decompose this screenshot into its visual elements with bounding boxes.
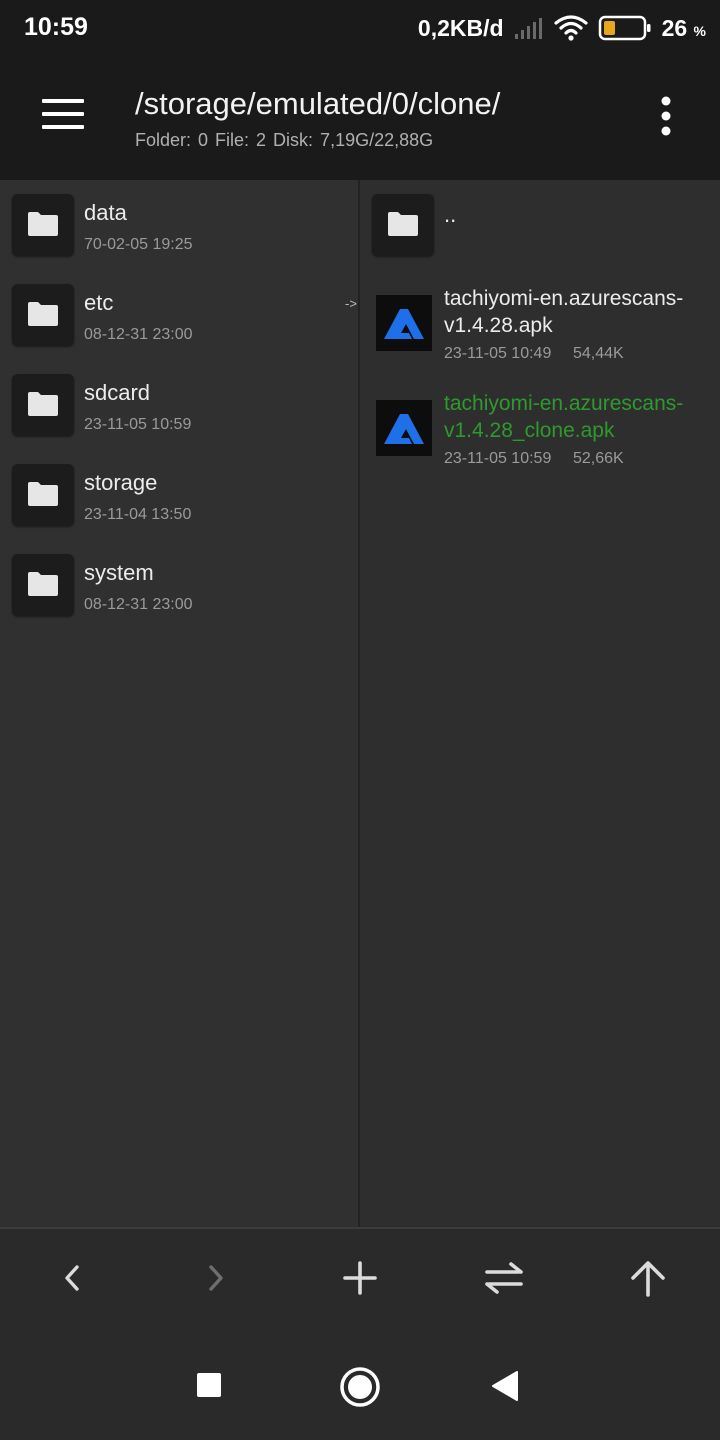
item-name: system: [84, 560, 154, 585]
file-item-apk[interactable]: tachiyomi-en.azurescans- v1.4.28.apk 23-…: [360, 275, 720, 375]
list-item-sdcard[interactable]: sdcard 23-11-05 10:59: [0, 360, 358, 450]
status-right-group: 0,2KB/d 26 %: [418, 12, 706, 44]
bottom-toolbar: [0, 1229, 720, 1330]
wifi-icon: [553, 15, 588, 41]
recents-button[interactable]: [186, 1362, 232, 1408]
more-vert-icon[interactable]: [652, 94, 680, 138]
status-bar: 10:59 0,2KB/d 26 %: [0, 0, 720, 56]
swap-icon: [485, 1262, 523, 1294]
home-button[interactable]: [337, 1364, 383, 1410]
item-name: data: [84, 200, 127, 225]
azurescans-app-icon: [376, 400, 432, 456]
list-item-parent[interactable]: ..: [360, 180, 720, 270]
status-time: 10:59: [24, 13, 88, 41]
item-name: storage: [84, 470, 158, 495]
battery-icon: [598, 15, 651, 41]
file-date: 23-11-05 10:49: [444, 345, 552, 362]
add-icon: [343, 1261, 377, 1295]
up-icon: [631, 1261, 665, 1297]
left-pane[interactable]: data 70-02-05 19:25 etc 08-12-31 23:00 s…: [0, 180, 358, 1228]
hamburger-menu-icon[interactable]: [40, 96, 86, 132]
item-name: sdcard: [84, 380, 151, 405]
nav-back-button[interactable]: [484, 1363, 530, 1409]
recents-icon: [197, 1373, 221, 1397]
item-date: 23-11-04 13:50: [84, 506, 192, 523]
azurescans-app-icon: [376, 295, 432, 351]
symlink-indicator: ->: [345, 296, 357, 311]
item-date: 08-12-31 23:00: [84, 596, 193, 613]
back-icon: [65, 1265, 79, 1291]
folder-icon: [372, 194, 434, 256]
current-path: /storage/emulated/0/clone/: [135, 86, 501, 121]
nav-back-icon: [492, 1371, 518, 1401]
file-name-line2: v1.4.28.apk: [444, 314, 553, 337]
file-date: 23-11-05 10:59: [444, 450, 552, 467]
up-directory-button[interactable]: [623, 1253, 673, 1303]
folder-icon: [12, 464, 74, 526]
list-item-data[interactable]: data 70-02-05 19:25: [0, 180, 358, 270]
item-date: 23-11-05 10:59: [84, 416, 192, 433]
network-speed: 0,2KB/d: [417, 14, 504, 41]
folder-icon: [12, 284, 74, 346]
list-item-system[interactable]: system 08-12-31 23:00: [0, 540, 358, 630]
file-size: 54,44K: [573, 345, 624, 362]
path-info: Folder: 0 File: 2 Disk: 7,19G/22,88G: [135, 130, 434, 150]
signal-icon: [514, 18, 542, 39]
file-item-apk-clone[interactable]: tachiyomi-en.azurescans- v1.4.28_clone.a…: [360, 380, 720, 480]
battery-unit: %: [693, 22, 706, 39]
system-nav-bar: [0, 1330, 720, 1440]
right-pane[interactable]: .. tachiyomi-en.azurescans- v1.4.28.apk …: [360, 180, 720, 1228]
file-name-line1: tachiyomi-en.azurescans-: [444, 392, 684, 415]
app-header: /storage/emulated/0/clone/ Folder: 0 Fil…: [0, 56, 720, 180]
back-button[interactable]: [47, 1253, 97, 1303]
file-size: 52,66K: [573, 450, 624, 467]
home-icon: [340, 1367, 380, 1407]
add-button[interactable]: [335, 1253, 385, 1303]
battery-percent: 26: [661, 14, 688, 41]
battery-level: 26 %: [662, 15, 706, 42]
file-name: tachiyomi-en.azurescans- v1.4.28_clone.a…: [444, 390, 683, 444]
forward-button[interactable]: [191, 1253, 241, 1303]
file-name: tachiyomi-en.azurescans- v1.4.28.apk: [444, 285, 683, 339]
file-name-line2: v1.4.28_clone.apk: [444, 419, 615, 442]
item-name: etc: [84, 290, 114, 315]
folder-icon: [12, 554, 74, 616]
item-date: 70-02-05 19:25: [84, 236, 193, 253]
folder-icon: [12, 374, 74, 436]
parent-dir-label: ..: [444, 202, 457, 227]
list-item-storage[interactable]: storage 23-11-04 13:50: [0, 450, 358, 540]
forward-icon: [209, 1265, 223, 1291]
folder-icon: [12, 194, 74, 256]
item-date: 08-12-31 23:00: [84, 326, 193, 343]
swap-panes-button[interactable]: [479, 1253, 529, 1303]
file-name-line1: tachiyomi-en.azurescans-: [444, 287, 684, 310]
list-item-etc[interactable]: etc 08-12-31 23:00: [0, 270, 358, 360]
